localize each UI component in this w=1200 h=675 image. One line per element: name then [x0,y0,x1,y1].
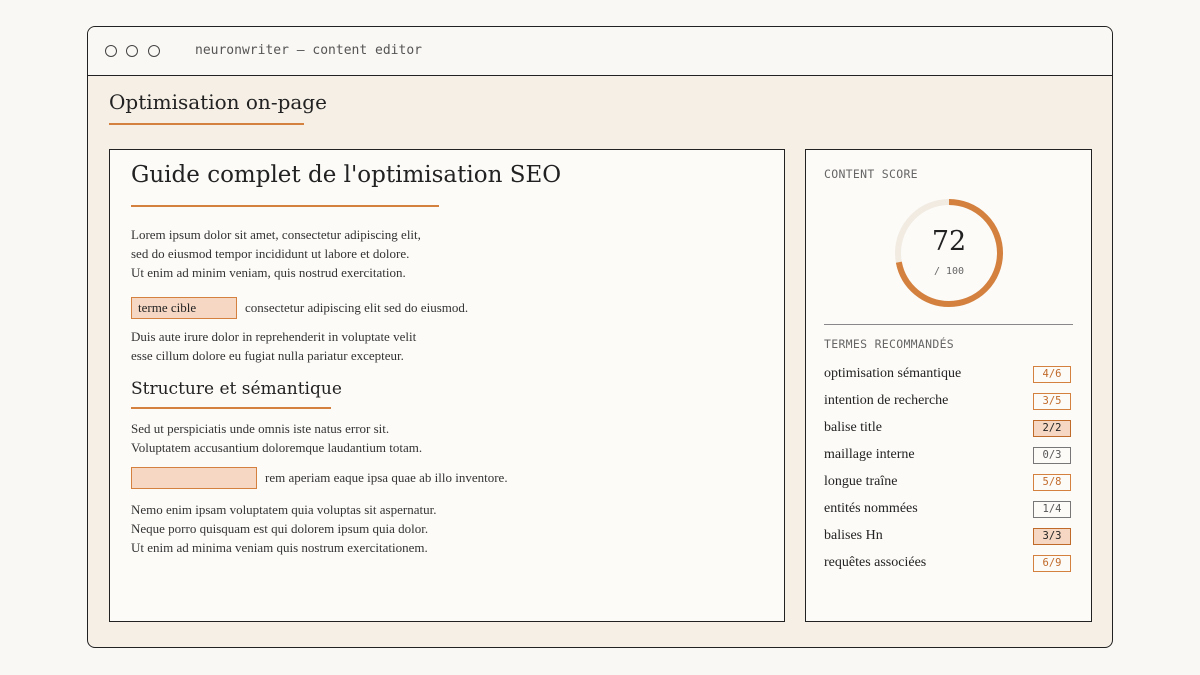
app-window: neuronwriter — content editor Optimisati… [87,26,1113,648]
highlight-row-2[interactable]: rem aperiam eaque ipsa quae ab illo inve… [131,467,508,489]
paragraph-line: Ut enim ad minima veniam quis nostrum ex… [131,540,428,555]
term-row[interactable]: longue traîne 5/8 [824,472,1071,492]
paragraph-1[interactable]: Lorem ipsum dolor sit amet, consectetur … [131,225,421,282]
window-maximize-button[interactable] [148,45,160,57]
term-row[interactable]: maillage interne 0/3 [824,445,1071,465]
term-name: optimisation sémantique [824,366,962,381]
highlighted-term[interactable] [131,467,257,489]
term-row[interactable]: optimisation sémantique 4/6 [824,364,1071,384]
paragraph-line: Duis aute irure dolor in reprehenderit i… [131,329,417,344]
paragraph-line: Ut enim ad minim veniam, quis nostrud ex… [131,265,406,280]
term-count-badge: 1/4 [1033,500,1071,518]
page-title-underline [109,123,304,125]
section-subheading[interactable]: Structure et sémantique [131,379,342,399]
paragraph-4[interactable]: Nemo enim ipsam voluptatem quia voluptas… [131,500,436,557]
content-score-label: CONTENT SCORE [824,167,918,181]
term-count-badge: 2/2 [1033,419,1071,437]
content-editor[interactable]: Guide complet de l'optimisation SEO Lore… [109,149,785,622]
highlight-row-text: consectetur adipiscing elit sed do eiusm… [245,300,469,315]
paragraph-3[interactable]: Sed ut perspiciatis unde omnis iste natu… [131,419,422,457]
score-value: 72 [931,226,967,257]
panel-divider [824,324,1073,325]
document-heading-underline [131,205,439,207]
paragraph-2[interactable]: Duis aute irure dolor in reprehenderit i… [131,327,416,365]
page-title: Optimisation on-page [109,90,327,114]
term-count-badge: 5/8 [1033,473,1071,491]
subheading-underline [131,407,331,409]
term-name: balise title [824,420,882,435]
title-bar: neuronwriter — content editor [88,27,1112,76]
paragraph-line: Nemo enim ipsam voluptatem quia voluptas… [131,502,437,517]
term-name: intention de recherche [824,393,949,408]
paragraph-line: Lorem ipsum dolor sit amet, consectetur … [131,227,421,242]
recommended-terms-label: TERMES RECOMMANDÉS [824,337,955,351]
score-panel: CONTENT SCORE 72 / 100 TERMES RECOMMANDÉ… [805,149,1092,622]
app-title: neuronwriter — content editor [195,43,422,58]
highlight-row-text: rem aperiam eaque ipsa quae ab illo inve… [265,470,508,485]
highlight-row-1[interactable]: terme cible consectetur adipiscing elit … [131,297,468,319]
term-count-badge: 0/3 [1033,446,1071,464]
window-minimize-button[interactable] [126,45,138,57]
term-name: entités nommées [824,501,918,516]
term-name: longue traîne [824,474,898,489]
paragraph-line: Sed ut perspiciatis unde omnis iste natu… [131,421,390,436]
term-count-badge: 3/5 [1033,392,1071,410]
term-row[interactable]: entités nommées 1/4 [824,499,1071,519]
paragraph-line: Neque porro quisquam est qui dolorem ips… [131,521,429,536]
term-name: maillage interne [824,447,915,462]
score-gauge: 72 / 100 [892,196,1006,310]
paragraph-line: esse cillum dolore eu fugiat nulla paria… [131,348,404,363]
score-max: / 100 [933,266,965,277]
term-row[interactable]: requêtes associées 6/9 [824,553,1071,573]
window-close-button[interactable] [105,45,117,57]
highlighted-term[interactable]: terme cible [131,297,237,319]
term-row[interactable]: balises Hn 3/3 [824,526,1071,546]
term-count-badge: 3/3 [1033,527,1071,545]
paragraph-line: Voluptatem accusantium doloremque laudan… [131,440,423,455]
term-count-badge: 4/6 [1033,365,1071,383]
term-name: requêtes associées [824,555,927,570]
term-row[interactable]: balise title 2/2 [824,418,1071,438]
term-row[interactable]: intention de recherche 3/5 [824,391,1071,411]
term-count-badge: 6/9 [1033,554,1071,572]
paragraph-line: sed do eiusmod tempor incididunt ut labo… [131,246,410,261]
term-name: balises Hn [824,528,883,543]
document-heading[interactable]: Guide complet de l'optimisation SEO [131,162,561,188]
